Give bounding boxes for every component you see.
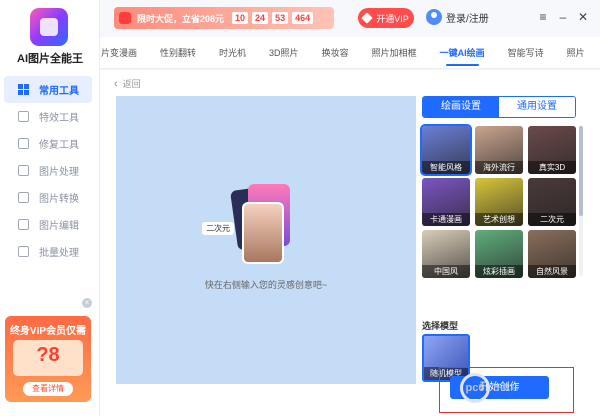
tab-gender-swap[interactable]: 性别翻转 bbox=[160, 37, 196, 68]
main-content: ‹ 返回 二次元 快在右侧输入您的灵感创意吧~ 绘画设置 通用设置 智能风格 海… bbox=[100, 70, 600, 416]
placeholder-illustration bbox=[230, 182, 290, 268]
sparkle-icon bbox=[18, 111, 29, 122]
promo-close-icon[interactable]: × bbox=[82, 298, 92, 308]
style-option[interactable]: 卡通漫画 bbox=[422, 178, 470, 226]
style-label: 炫彩插画 bbox=[475, 265, 523, 278]
sidebar-item-image-edit[interactable]: 图片编辑 bbox=[4, 211, 92, 238]
diamond-icon bbox=[361, 12, 373, 24]
tab-comic[interactable]: 片变漫画 bbox=[101, 37, 137, 68]
tab-photo[interactable]: 照片 bbox=[567, 37, 585, 68]
vip-promo-banner[interactable]: 终身VIP会员仅需 ?8 查看详情 bbox=[5, 316, 91, 402]
sidebar-item-batch[interactable]: 批量处理 bbox=[4, 238, 92, 265]
settings-tabs: 绘画设置 通用设置 bbox=[422, 96, 576, 118]
sidebar-menu: 常用工具 特效工具 修复工具 图片处理 图片转换 图片编辑 批量处理 bbox=[4, 76, 92, 265]
style-label: 卡通漫画 bbox=[422, 213, 470, 226]
sale-text: 限时大促，立省208元 bbox=[137, 13, 225, 24]
top-bar: 限时大促，立省208元 10 24 53 464 开通VIP 登录/注册 ≡ –… bbox=[100, 0, 600, 37]
tab-makeup[interactable]: 换妆容 bbox=[322, 37, 349, 68]
style-label: 自然风景 bbox=[528, 265, 576, 278]
illustration-card bbox=[242, 202, 284, 264]
open-vip-button[interactable]: 开通VIP bbox=[358, 8, 414, 28]
convert-icon bbox=[18, 192, 29, 203]
open-vip-label: 开通VIP bbox=[376, 13, 409, 24]
wrench-icon bbox=[18, 138, 29, 149]
style-grid: 智能风格 海外流行 真实3D 卡通漫画 艺术创想 二次元 中国风 炫彩插画 自然… bbox=[420, 124, 576, 278]
close-icon[interactable]: ✕ bbox=[576, 10, 590, 24]
batch-icon bbox=[18, 246, 29, 257]
gift-icon bbox=[119, 12, 131, 24]
model-section-title: 选择模型 bbox=[422, 321, 459, 331]
sidebar-item-label: 常用工具 bbox=[39, 86, 79, 97]
tab-poetry[interactable]: 智能写诗 bbox=[508, 37, 544, 68]
promo-price: ?8 bbox=[36, 344, 60, 366]
watermark-logo: pc6 bbox=[460, 373, 490, 403]
sidebar-item-label: 特效工具 bbox=[39, 113, 79, 124]
style-option[interactable]: 中国风 bbox=[422, 230, 470, 278]
preview-canvas[interactable]: 二次元 快在右侧输入您的灵感创意吧~ bbox=[116, 96, 416, 384]
countdown-seconds: 53 bbox=[272, 12, 289, 24]
sidebar-item-repair-tools[interactable]: 修复工具 bbox=[4, 130, 92, 157]
back-button[interactable]: ‹ 返回 bbox=[114, 77, 141, 90]
login-label: 登录/注册 bbox=[446, 13, 489, 25]
tab-3d-photo[interactable]: 3D照片 bbox=[269, 37, 299, 68]
sidebar-item-label: 修复工具 bbox=[39, 140, 79, 151]
style-option[interactable]: 二次元 bbox=[528, 178, 576, 226]
sidebar-item-label: 图片处理 bbox=[39, 167, 79, 178]
tab-general-settings[interactable]: 通用设置 bbox=[499, 97, 575, 117]
style-option[interactable]: 自然风景 bbox=[528, 230, 576, 278]
login-link[interactable]: 登录/注册 bbox=[426, 9, 489, 25]
grid-icon bbox=[18, 84, 29, 95]
style-option[interactable]: 海外流行 bbox=[475, 126, 523, 174]
scrollbar-thumb[interactable] bbox=[579, 126, 583, 216]
sidebar-item-label: 图片编辑 bbox=[39, 221, 79, 232]
settings-panel: 绘画设置 通用设置 智能风格 海外流行 真实3D 卡通漫画 艺术创想 二次元 中… bbox=[420, 96, 583, 382]
sidebar-item-image-convert[interactable]: 图片转换 bbox=[4, 184, 92, 211]
countdown-hours: 10 bbox=[232, 12, 249, 24]
anime-badge: 二次元 bbox=[202, 222, 234, 235]
style-option[interactable]: 真实3D bbox=[528, 126, 576, 174]
watermark: pc6 下载站 bbox=[460, 370, 594, 406]
menu-icon[interactable]: ≡ bbox=[536, 10, 550, 24]
watermark-text: 下载站 bbox=[494, 383, 518, 392]
style-label: 二次元 bbox=[528, 213, 576, 226]
user-avatar-icon bbox=[426, 9, 442, 25]
app-logo bbox=[30, 8, 68, 46]
tab-photo-frame[interactable]: 照片加相框 bbox=[372, 37, 417, 68]
edit-icon bbox=[18, 219, 29, 230]
promo-title: 终身VIP会员仅需 bbox=[9, 326, 87, 337]
sidebar-item-label: 批量处理 bbox=[39, 248, 79, 259]
canvas-hint: 快在右侧输入您的灵感创意吧~ bbox=[204, 280, 328, 290]
app-title: AI图片全能王 bbox=[17, 53, 83, 65]
tab-ai-painting[interactable]: 一键AI绘画 bbox=[440, 37, 485, 68]
style-label: 真实3D bbox=[528, 161, 576, 174]
sale-banner[interactable]: 限时大促，立省208元 10 24 53 464 bbox=[114, 7, 334, 29]
sidebar: AI图片全能王 常用工具 特效工具 修复工具 图片处理 图片转换 图片编辑 批量… bbox=[0, 0, 100, 416]
style-label: 中国风 bbox=[422, 265, 470, 278]
style-scrollbar[interactable] bbox=[579, 126, 583, 276]
feature-tabs: 片变漫画 性别翻转 时光机 3D照片 换妆容 照片加相框 一键AI绘画 智能写诗… bbox=[100, 37, 600, 69]
minimize-icon[interactable]: – bbox=[556, 10, 570, 24]
style-option[interactable]: 炫彩插画 bbox=[475, 230, 523, 278]
tab-draw-settings[interactable]: 绘画设置 bbox=[423, 97, 499, 117]
back-label: 返回 bbox=[122, 79, 141, 89]
countdown-minutes: 24 bbox=[252, 12, 269, 24]
style-option[interactable]: 艺术创想 bbox=[475, 178, 523, 226]
sidebar-item-image-process[interactable]: 图片处理 bbox=[4, 157, 92, 184]
image-icon bbox=[18, 165, 29, 176]
sidebar-item-label: 图片转换 bbox=[39, 194, 79, 205]
chevron-left-icon: ‹ bbox=[114, 77, 118, 90]
style-option[interactable]: 智能风格 bbox=[420, 124, 472, 176]
tab-time-machine[interactable]: 时光机 bbox=[219, 37, 246, 68]
promo-details-button[interactable]: 查看详情 bbox=[23, 382, 73, 396]
countdown-ms: 464 bbox=[292, 12, 314, 24]
style-label: 海外流行 bbox=[475, 161, 523, 174]
sidebar-item-common-tools[interactable]: 常用工具 bbox=[4, 76, 92, 103]
style-label: 艺术创想 bbox=[475, 213, 523, 226]
style-label: 智能风格 bbox=[422, 161, 470, 174]
sidebar-item-effect-tools[interactable]: 特效工具 bbox=[4, 103, 92, 130]
